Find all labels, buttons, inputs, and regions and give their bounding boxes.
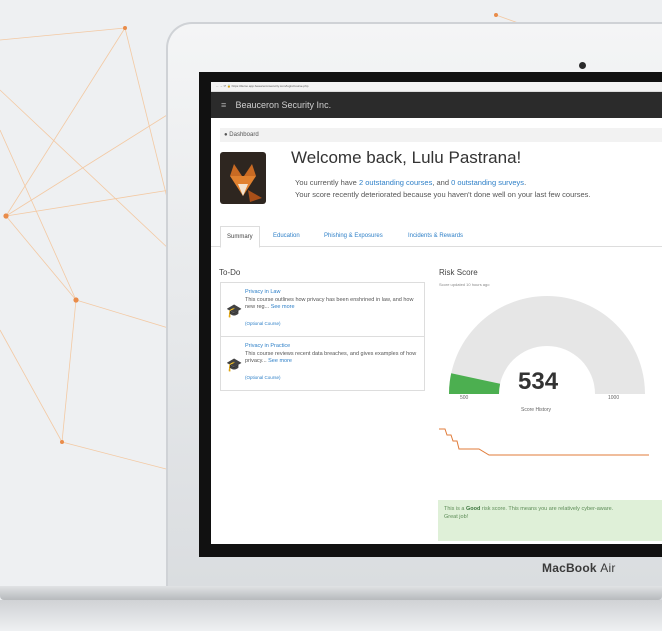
optional-course-tag: (Optional Course): [245, 375, 281, 380]
graduation-cap-icon: 🎓: [226, 357, 243, 372]
outstanding-courses-link[interactable]: 2 outstanding courses: [359, 178, 432, 187]
graduation-cap-icon: 🎓: [226, 303, 243, 318]
hamburger-menu-icon[interactable]: ≡: [221, 92, 233, 118]
tab-education[interactable]: Education: [273, 226, 300, 246]
course-description: This course reviews recent data breaches…: [245, 351, 421, 365]
gauge-min-label: 500: [460, 395, 469, 401]
list-item: 🎓 Privacy in Practice This course review…: [221, 337, 424, 390]
app-name[interactable]: Beauceron Security Inc.: [236, 100, 332, 110]
address-bar[interactable]: ← → ⟳ 🔒 https://demo.app.beauceronsecuri…: [211, 82, 662, 92]
gauge-max-label: 1000: [608, 395, 620, 401]
device-brand-label: MacBook Air: [542, 561, 616, 575]
alert-text-post: risk score. This means you are relativel…: [480, 506, 614, 512]
browser-screen: ← → ⟳ 🔒 https://demo.app.beauceronsecuri…: [211, 82, 662, 544]
address-url: https://demo.app.beauceronsecurity.com/l…: [231, 84, 309, 88]
laptop-base-shadow: [0, 600, 662, 631]
nav-arrows-icon[interactable]: ← → ⟳ 🔒: [216, 84, 231, 88]
dashboard-tabs: Summary Education Phishing & Exposures I…: [211, 226, 662, 248]
score-updated-text: Score updated 10 hours ago: [439, 282, 490, 287]
laptop-base: [0, 586, 662, 600]
summary-text-mid: , and: [432, 178, 452, 187]
tab-summary[interactable]: Summary: [220, 226, 260, 248]
alert-rating: Good: [466, 506, 481, 512]
alert-text-line2: Great job!: [444, 514, 469, 520]
dashboard-icon: ●: [224, 132, 228, 138]
score-trend-text: Your score recently deteriorated because…: [295, 190, 591, 199]
course-title-link[interactable]: Privacy in Law: [245, 289, 280, 295]
score-history-label: Score History: [521, 407, 552, 413]
score-history-line: [439, 428, 649, 456]
fox-avatar-icon: [230, 164, 262, 202]
alert-text-pre: This is a: [444, 506, 467, 512]
todo-title: To-Do: [219, 268, 241, 277]
score-message-alert: This is a Good risk score. This means yo…: [438, 500, 662, 541]
camera-dot: [579, 62, 586, 69]
tab-phishing-exposures[interactable]: Phishing & Exposures: [324, 226, 383, 246]
welcome-header: Welcome back, Lulu Pastrana! You current…: [211, 148, 662, 212]
summary-text-post: .: [524, 178, 527, 187]
brand-name: MacBook: [542, 561, 597, 575]
summary-text-pre: You currently have: [295, 178, 359, 187]
todo-list: 🎓 Privacy in Law This course outlines ho…: [220, 282, 425, 391]
outstanding-surveys-link[interactable]: 0 outstanding surveys: [451, 178, 524, 187]
see-more-link[interactable]: See more: [271, 304, 295, 310]
course-description: This course outlines how privacy has bee…: [245, 297, 421, 311]
score-history-chart: [439, 428, 649, 456]
tab-incidents-rewards[interactable]: Incidents & Rewards: [408, 226, 463, 246]
risk-score-value: 534: [518, 368, 559, 395]
risk-score-title: Risk Score: [439, 268, 478, 277]
see-more-link[interactable]: See more: [268, 358, 292, 364]
optional-course-tag: (Optional Course): [245, 321, 281, 326]
top-navbar: ≡ Beauceron Security Inc.: [211, 92, 662, 118]
breadcrumb-dashboard[interactable]: Dashboard: [229, 132, 258, 138]
avatar: [220, 152, 266, 204]
welcome-title: Welcome back, Lulu Pastrana!: [291, 148, 522, 167]
list-item: 🎓 Privacy in Law This course outlines ho…: [221, 283, 424, 337]
course-title-link[interactable]: Privacy in Practice: [245, 343, 290, 349]
breadcrumb: ● Dashboard: [220, 128, 662, 142]
brand-model: Air: [600, 561, 616, 575]
outstanding-summary: You currently have 2 outstanding courses…: [295, 178, 526, 187]
